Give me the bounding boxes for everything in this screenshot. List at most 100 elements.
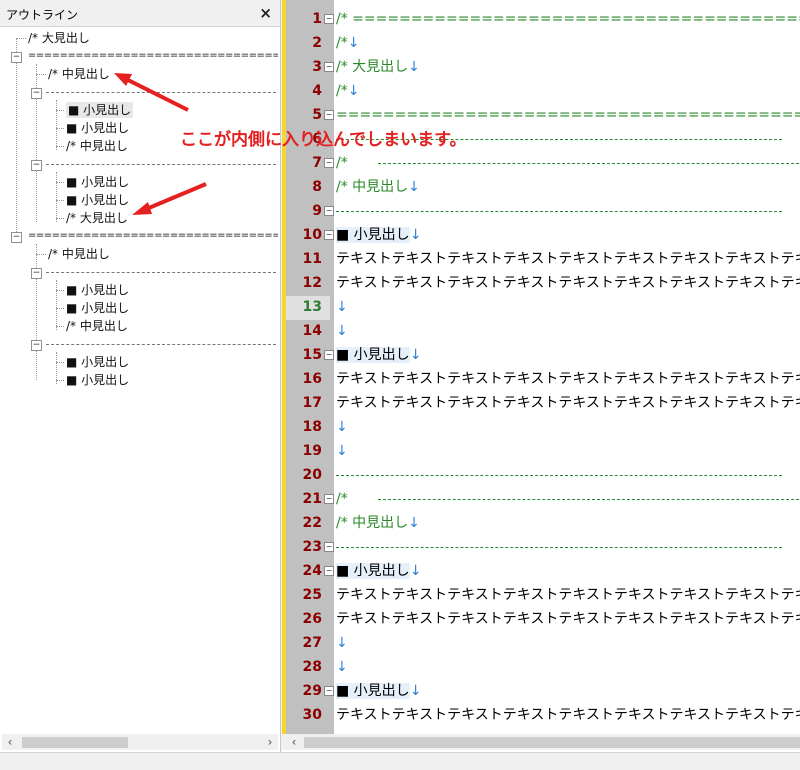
code-line[interactable]: テキストテキストテキストテキストテキストテキストテキストテキストテキスト <box>336 583 800 607</box>
fold-toggle-icon[interactable]: − <box>324 110 334 120</box>
outline-item[interactable]: ■ 小見出し <box>66 372 129 388</box>
outline-item-label: ■ 小見出し <box>66 193 130 207</box>
code-line[interactable]: ↓ <box>336 415 348 439</box>
outline-item[interactable]: ■ 小見出し <box>66 300 129 316</box>
code-line[interactable]: ↓ <box>336 631 348 655</box>
fold-toggle-icon[interactable]: − <box>324 494 334 504</box>
code-line[interactable]: テキストテキストテキストテキストテキストテキストテキストテキストテキスト <box>336 607 800 631</box>
arrow-annotation <box>132 182 207 215</box>
code-line[interactable]: /* 大見出し↓ <box>336 55 420 79</box>
code-line[interactable]: /* 中見出し↓ <box>336 175 420 199</box>
line-number: 17 <box>302 395 322 411</box>
expand-box-icon[interactable]: − <box>31 88 42 99</box>
outline-item-label: /* 中見出し <box>48 247 110 261</box>
scroll-left-icon[interactable]: ‹ <box>286 734 302 750</box>
line-number: 20 <box>302 467 322 483</box>
expand-box-icon[interactable]: − <box>11 52 22 63</box>
code-line[interactable]: テキストテキストテキストテキストテキストテキストテキストテキストテキスト <box>336 271 800 295</box>
line-number: 1 <box>312 11 322 27</box>
outline-item[interactable]: ■ 小見出し <box>66 192 129 208</box>
outline-separator <box>46 272 276 273</box>
line-number: 13 <box>302 299 322 315</box>
fold-toggle-icon[interactable]: − <box>324 350 334 360</box>
comment-text: /* =====================================… <box>336 11 800 27</box>
fold-toggle-icon[interactable]: − <box>324 230 334 240</box>
line-number: 15 <box>302 347 322 363</box>
outline-item[interactable]: /* 中見出し <box>48 246 110 262</box>
code-line[interactable]: ↓ <box>336 655 348 679</box>
fold-toggle-icon[interactable]: − <box>324 686 334 696</box>
code-line[interactable]: /*↓ <box>336 79 359 103</box>
code-line[interactable]: テキストテキストテキストテキストテキストテキストテキストテキストテキスト <box>336 391 800 415</box>
code-line[interactable]: テキストテキストテキストテキストテキストテキストテキストテキストテキスト <box>336 367 800 391</box>
code-line[interactable]: ↓ <box>336 295 348 319</box>
outline-item-label: ■ 小見出し <box>66 355 130 369</box>
line-number: 8 <box>312 179 322 195</box>
annotation-note: ここが内側に入り込んでしまいます。 <box>180 130 467 150</box>
return-mark-icon: ↓ <box>336 635 348 651</box>
editor-pane[interactable]: 1−/* ===================================… <box>282 0 800 752</box>
code-lines[interactable]: 1−/* ===================================… <box>282 0 800 734</box>
code-line[interactable]: ========================================… <box>336 103 800 127</box>
expand-box-icon[interactable]: − <box>31 268 42 279</box>
fold-toggle-icon[interactable]: − <box>324 206 334 216</box>
outline-item[interactable]: /* 中見出し <box>48 66 110 82</box>
outline-separator <box>46 164 276 165</box>
comment-text: /* 中見出し <box>336 515 409 531</box>
comment-text: ========================================… <box>336 107 800 123</box>
outline-item[interactable]: /* 大見出し <box>28 30 90 46</box>
line-number: 16 <box>302 371 322 387</box>
code-line[interactable]: ↓ <box>336 319 348 343</box>
outline-item[interactable]: ================================== <box>28 48 278 64</box>
return-mark-icon: ↓ <box>336 443 348 459</box>
code-line[interactable]: ↓ <box>336 439 348 463</box>
code-line[interactable]: テキストテキストテキストテキストテキストテキストテキストテキストテキスト <box>336 703 800 727</box>
line-number: 14 <box>302 323 322 339</box>
outline-item-label: ■ 小見出し <box>66 301 130 315</box>
text-content: テキストテキストテキストテキストテキストテキストテキストテキストテキスト <box>336 587 800 603</box>
code-line[interactable]: ■ 小見出し↓ <box>336 679 421 703</box>
expand-box-icon[interactable]: − <box>31 340 42 351</box>
outline-item[interactable]: /* 中見出し <box>66 318 128 334</box>
line-number: 9 <box>312 203 322 219</box>
scroll-thumb[interactable] <box>304 737 800 748</box>
fold-toggle-icon[interactable]: − <box>324 14 334 24</box>
code-line[interactable]: /* <box>336 151 348 175</box>
fold-toggle-icon[interactable]: − <box>324 566 334 576</box>
code-line[interactable]: ■ 小見出し↓ <box>336 559 421 583</box>
outline-item[interactable]: ■ 小見出し <box>66 174 129 190</box>
editor-horizontal-scrollbar[interactable]: ‹ <box>282 734 800 750</box>
outline-item-label: /* 中見出し <box>66 139 128 153</box>
outline-item[interactable]: ■ 小見出し <box>66 354 129 370</box>
code-line[interactable]: テキストテキストテキストテキストテキストテキストテキストテキストテキスト <box>336 247 800 271</box>
code-line[interactable]: /* =====================================… <box>336 7 800 31</box>
dashed-separator <box>336 211 782 212</box>
outline-horizontal-scrollbar[interactable]: ‹ › <box>2 734 278 750</box>
line-number: 4 <box>312 83 322 99</box>
comment-text: /* <box>336 35 348 51</box>
code-line[interactable]: /* <box>336 487 348 511</box>
line-number: 11 <box>302 251 322 267</box>
scroll-right-icon[interactable]: › <box>262 734 278 750</box>
line-number: 10 <box>302 227 322 243</box>
code-line[interactable]: /*↓ <box>336 31 359 55</box>
close-icon[interactable]: × <box>259 4 272 22</box>
outline-item-label: ■ 小見出し <box>66 373 130 387</box>
fold-toggle-icon[interactable]: − <box>324 158 334 168</box>
outline-item[interactable]: /* 大見出し <box>66 210 128 226</box>
outline-item[interactable]: /* 中見出し <box>66 138 128 154</box>
outline-item[interactable]: ■ 小見出し <box>66 120 129 136</box>
expand-box-icon[interactable]: − <box>11 232 22 243</box>
comment-text: /* <box>336 491 348 507</box>
code-line[interactable]: ■ 小見出し↓ <box>336 223 421 247</box>
code-line[interactable]: ■ 小見出し↓ <box>336 343 421 367</box>
scroll-thumb[interactable] <box>22 737 128 748</box>
outline-item[interactable]: ================================== <box>28 228 278 244</box>
expand-box-icon[interactable]: − <box>31 160 42 171</box>
outline-item[interactable]: ■ 小見出し <box>66 282 129 298</box>
fold-toggle-icon[interactable]: − <box>324 542 334 552</box>
line-number: 19 <box>302 443 322 459</box>
scroll-left-icon[interactable]: ‹ <box>2 734 18 750</box>
fold-toggle-icon[interactable]: − <box>324 62 334 72</box>
code-line[interactable]: /* 中見出し↓ <box>336 511 420 535</box>
